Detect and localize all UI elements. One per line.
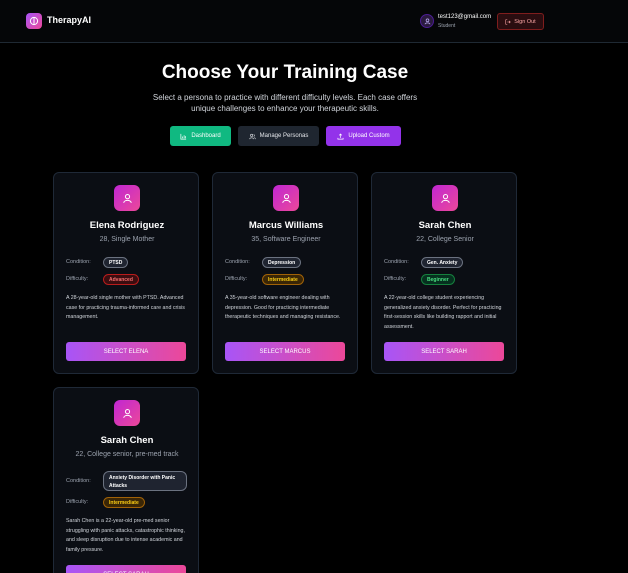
persona-user-icon [114, 400, 140, 426]
select-marcus-button[interactable]: SELECT MARCUS [225, 342, 345, 361]
page-title: Choose Your Training Case [161, 62, 409, 83]
dashboard-button[interactable]: Dashboard [170, 126, 231, 146]
upload-custom-button[interactable]: Upload Custom [326, 126, 401, 146]
users-icon [249, 133, 256, 139]
manage-personas-label: Manage Personas [259, 133, 309, 139]
difficulty-badge: Beginner [421, 274, 455, 285]
persona-card-sarah-premed: Sarah Chen 22, College senior, pre-med t… [53, 387, 199, 573]
difficulty-badge: Advanced [103, 274, 139, 285]
select-sarah-premed-button[interactable]: SELECT SARAH [66, 565, 186, 573]
condition-badge: Depression [262, 257, 302, 268]
condition-badge: Gen. Anxiety [421, 257, 464, 268]
condition-label: Condition: [225, 259, 250, 265]
upload-custom-label: Upload Custom [348, 133, 390, 139]
persona-meta: 22, College Senior [416, 236, 474, 243]
difficulty-label: Difficulty: [225, 276, 248, 282]
select-elena-button[interactable]: SELECT ELENA [66, 342, 186, 361]
condition-badge: Anxiety Disorder with Panic Attacks [103, 471, 187, 491]
condition-label: Condition: [66, 478, 91, 484]
condition-label: Condition: [384, 259, 409, 265]
persona-card-sarah: Sarah Chen 22, College Senior Condition:… [371, 172, 517, 374]
logout-icon [505, 18, 511, 25]
condition-label: Condition: [66, 259, 91, 265]
persona-name: Sarah Chen [100, 435, 154, 446]
condition-badge: PTSD [103, 257, 129, 268]
persona-description: Sarah Chen is a 22-year-old pre-med seni… [66, 518, 185, 553]
persona-meta: 35, Software Engineer [251, 236, 321, 243]
persona-name: Marcus Williams [248, 220, 324, 231]
brain-logo-icon[interactable] [26, 13, 42, 29]
top-header: TherapyAI test123@gmail.com Student Sign… [0, 0, 628, 43]
difficulty-label: Difficulty: [384, 276, 407, 282]
dashboard-label: Dashboard [191, 133, 221, 139]
sign-out-label: Sign Out [514, 18, 536, 25]
persona-description: A 35-year-old software engineer dealing … [225, 295, 341, 320]
persona-meta: 28, Single Mother [99, 236, 155, 243]
user-email: test123@gmail.com [438, 14, 492, 20]
sign-out-button[interactable]: Sign Out [497, 13, 544, 30]
persona-user-icon [432, 185, 458, 211]
persona-user-icon [273, 185, 299, 211]
persona-description: A 22-year-old college student experienci… [384, 295, 502, 330]
persona-card-elena: Elena Rodriguez 28, Single Mother Condit… [53, 172, 199, 374]
persona-name: Elena Rodriguez [89, 220, 165, 231]
persona-description: A 28-year-old single mother with PTSD. A… [66, 295, 185, 320]
app-title[interactable]: TherapyAI [47, 15, 91, 25]
upload-icon [337, 133, 344, 139]
difficulty-label: Difficulty: [66, 276, 89, 282]
persona-meta: 22, College senior, pre-med track [75, 451, 179, 458]
difficulty-badge: Intermediate [262, 274, 304, 285]
persona-user-icon [114, 185, 140, 211]
difficulty-label: Difficulty: [66, 499, 89, 505]
user-avatar-icon[interactable] [420, 14, 434, 28]
persona-name: Sarah Chen [418, 220, 472, 231]
bar-chart-icon [180, 133, 187, 139]
persona-card-marcus: Marcus Williams 35, Software Engineer Co… [212, 172, 358, 374]
difficulty-badge: Intermediate [103, 497, 145, 508]
page-subtitle: Select a persona to practice with differ… [152, 93, 418, 113]
select-sarah-button[interactable]: SELECT SARAH [384, 342, 504, 361]
user-role: Student [438, 23, 456, 29]
manage-personas-button[interactable]: Manage Personas [238, 126, 319, 146]
